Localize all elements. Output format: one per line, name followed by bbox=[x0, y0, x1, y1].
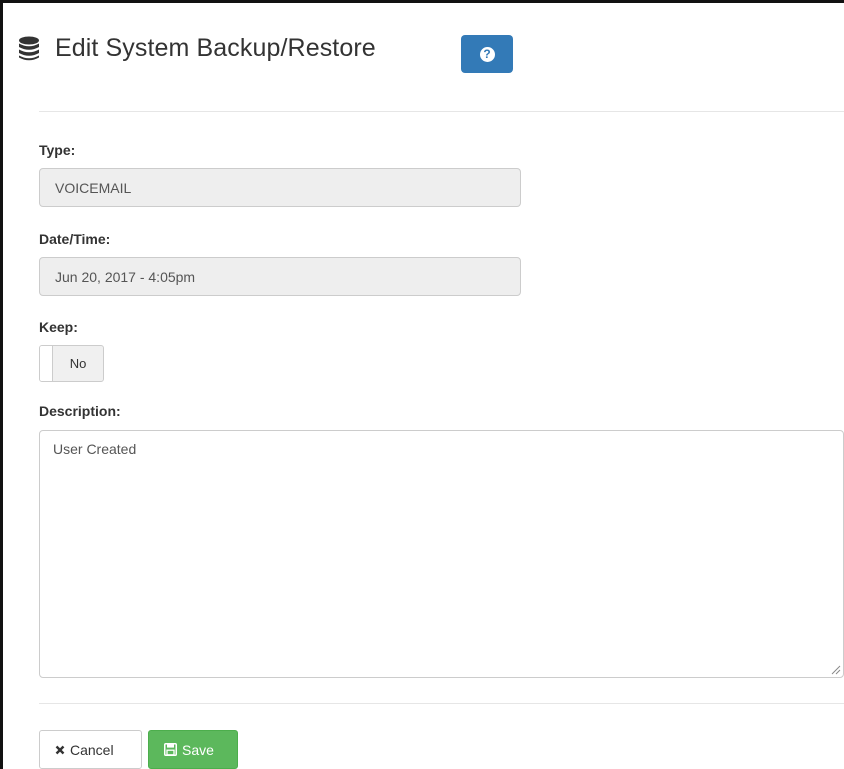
save-label: Save bbox=[182, 741, 214, 758]
page-header: Edit System Backup/Restore bbox=[17, 34, 376, 63]
times-icon bbox=[55, 745, 65, 755]
description-value: User Created bbox=[53, 441, 137, 457]
keep-label: Keep: bbox=[39, 319, 78, 335]
description-label: Description: bbox=[39, 403, 121, 419]
header-divider bbox=[39, 111, 844, 112]
resize-handle-icon[interactable] bbox=[831, 665, 841, 675]
datetime-label: Date/Time: bbox=[39, 231, 111, 247]
footer-divider bbox=[39, 703, 844, 704]
help-button[interactable]: ? bbox=[461, 35, 513, 73]
floppy-disk-icon bbox=[164, 743, 177, 756]
toggle-state: No bbox=[69, 356, 87, 371]
save-button[interactable]: Save bbox=[148, 730, 238, 769]
type-label: Type: bbox=[39, 142, 76, 158]
cancel-button[interactable]: Cancel bbox=[39, 730, 142, 769]
datetime-value: Jun 20, 2017 - 4:05pm bbox=[55, 268, 196, 285]
type-value: VOICEMAIL bbox=[55, 179, 132, 196]
keep-toggle[interactable]: No bbox=[39, 345, 104, 382]
description-textarea[interactable]: User Created bbox=[39, 430, 844, 678]
toggle-handle[interactable] bbox=[40, 346, 53, 381]
page-title: Edit System Backup/Restore bbox=[55, 34, 376, 62]
cancel-label: Cancel bbox=[70, 741, 114, 758]
question-circle-icon: ? bbox=[479, 46, 495, 62]
datetime-field: Jun 20, 2017 - 4:05pm bbox=[39, 257, 521, 296]
database-icon bbox=[19, 36, 39, 60]
type-field: VOICEMAIL bbox=[39, 168, 521, 207]
